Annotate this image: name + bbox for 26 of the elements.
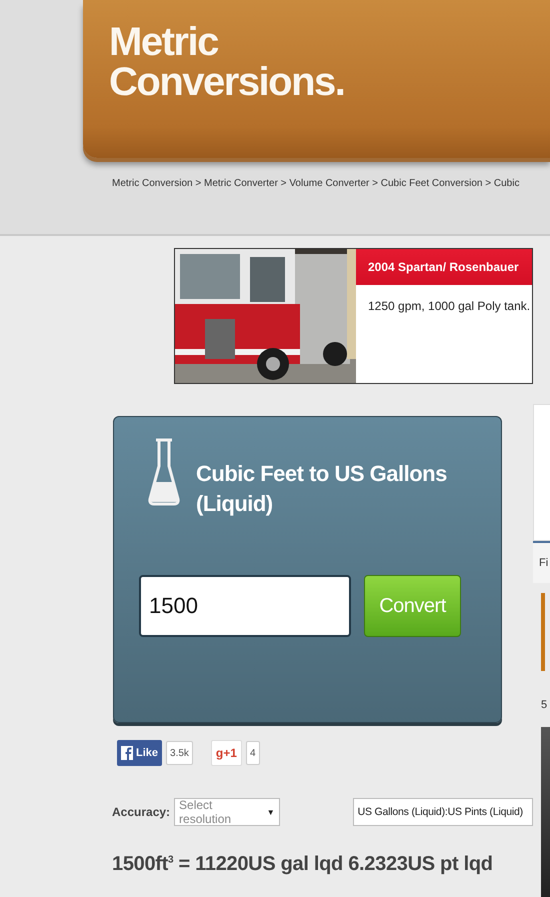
unit-select[interactable]: US Gallons (Liquid):US Pints (Liquid) xyxy=(352,798,533,826)
like-count: 3.5k xyxy=(166,741,193,765)
breadcrumb-separator: > xyxy=(484,178,492,189)
ad-text: 1250 gpm, 1000 gal Poly tank. xyxy=(367,298,532,313)
value-input[interactable]: 1500 xyxy=(139,575,351,637)
caret-icon: ▼ xyxy=(266,808,275,816)
like-button[interactable]: Like xyxy=(117,740,162,766)
breadcrumb-separator: > xyxy=(194,178,202,189)
accuracy-label: Accuracy: xyxy=(112,805,170,819)
breadcrumb-link[interactable]: Volume Converter xyxy=(289,178,370,189)
plus-one-button[interactable]: g+1 xyxy=(210,740,242,766)
breadcrumb-link[interactable]: Cubic Feet Conversion xyxy=(380,178,482,189)
breadcrumb-link[interactable]: Metric Converter xyxy=(204,178,278,189)
ad-title[interactable]: 2004 Spartan/ Rosenbauer xyxy=(356,249,532,285)
breadcrumb-link[interactable]: Metric Conversion xyxy=(112,178,193,189)
conversion-result: 1500ft$^{3}$ = 11220US gal lqd 6.2323US pt lqd xyxy=(112,853,494,876)
facebook-icon xyxy=(121,746,133,760)
flask-icon xyxy=(148,437,180,507)
breadcrumb-link[interactable]: Cubic xyxy=(494,178,520,189)
sidebar-tab[interactable]: Fi xyxy=(533,541,550,583)
plus-one-count: 4 xyxy=(246,741,260,765)
converter-title: Cubic Feet to US Gallons (Liquid) xyxy=(196,460,448,518)
breadcrumb-separator: > xyxy=(280,178,288,189)
resolution-select[interactable]: Select resolution ▼ xyxy=(174,798,280,826)
breadcrumb-separator: > xyxy=(371,178,379,189)
sidebar-text: 5 xyxy=(541,699,548,711)
